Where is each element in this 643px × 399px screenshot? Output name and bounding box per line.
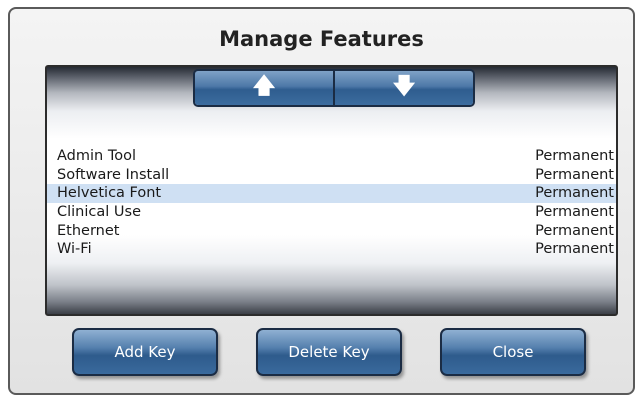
dialog-title: Manage Features xyxy=(219,27,424,51)
feature-status: Permanent xyxy=(535,166,614,183)
list-item[interactable]: Wi-Fi Permanent xyxy=(47,240,616,259)
manage-features-dialog: Manage Features 🡅 🡇 Admin Tool Permanent… xyxy=(8,7,635,395)
list-item[interactable]: Admin Tool Permanent xyxy=(47,147,616,166)
scroll-up-button[interactable]: 🡅 xyxy=(195,71,333,105)
list-item[interactable]: Clinical Use Permanent xyxy=(47,203,616,222)
feature-name: Ethernet xyxy=(57,222,120,239)
feature-status: Permanent xyxy=(535,222,614,239)
feature-status: Permanent xyxy=(535,148,614,165)
feature-name: Wi-Fi xyxy=(57,241,92,258)
feature-status: Permanent xyxy=(535,204,614,221)
arrow-up-icon: 🡅 xyxy=(252,74,276,99)
feature-list-panel: 🡅 🡇 Admin Tool Permanent Software Instal… xyxy=(45,65,618,316)
list-item[interactable]: Software Install Permanent xyxy=(47,166,616,185)
list-item[interactable]: Ethernet Permanent xyxy=(47,221,616,240)
arrow-down-icon: 🡇 xyxy=(392,74,416,99)
feature-name: Helvetica Font xyxy=(57,185,162,202)
feature-list: Admin Tool Permanent Software Install Pe… xyxy=(47,147,616,259)
feature-status: Permanent xyxy=(535,185,614,202)
scroll-down-button[interactable]: 🡇 xyxy=(333,71,473,105)
list-item[interactable]: Helvetica Font Permanent xyxy=(47,184,616,203)
feature-name: Admin Tool xyxy=(57,148,136,165)
close-button[interactable]: Close xyxy=(440,328,586,376)
feature-status: Permanent xyxy=(535,241,614,258)
feature-name: Software Install xyxy=(57,166,170,183)
feature-name: Clinical Use xyxy=(57,204,141,221)
delete-key-button[interactable]: Delete Key xyxy=(256,328,402,376)
add-key-button[interactable]: Add Key xyxy=(72,328,218,376)
scroll-button-group: 🡅 🡇 xyxy=(193,69,475,107)
